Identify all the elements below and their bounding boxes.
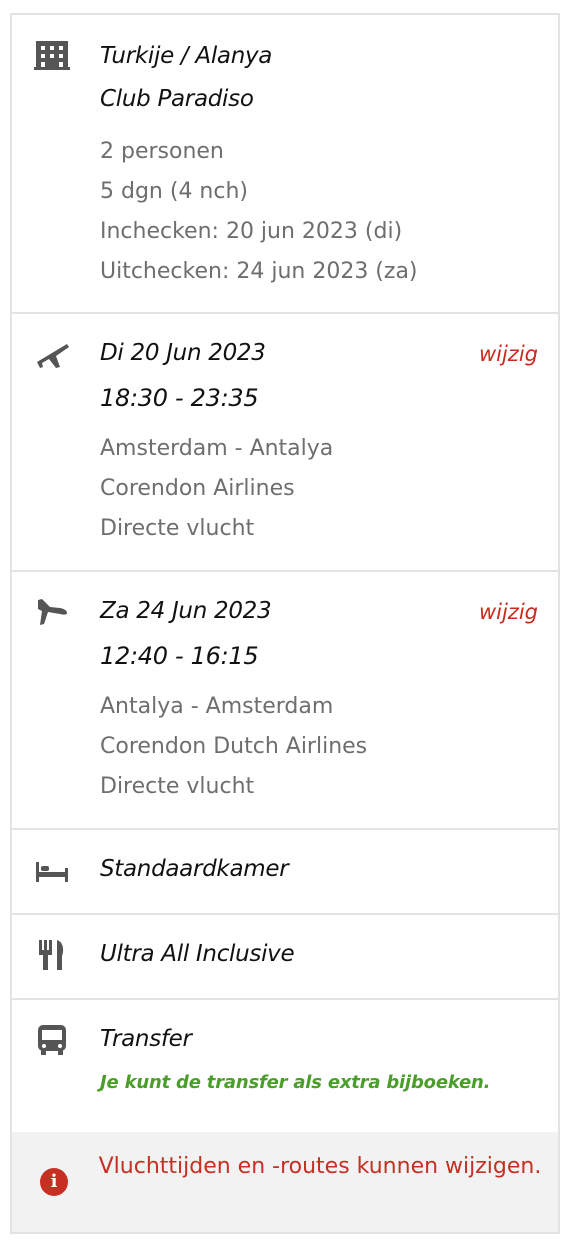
outbound-times: 18:30 - 23:35 bbox=[100, 384, 259, 412]
hotel-section: Turkije / Alanya Club Paradiso 2 persone… bbox=[12, 15, 558, 314]
plane-arrival-icon bbox=[34, 594, 70, 630]
bus-icon bbox=[34, 1022, 70, 1058]
hotel-duration: 5 dgn (4 nch) bbox=[100, 179, 248, 204]
room-label: Standaardkamer bbox=[100, 856, 289, 882]
plane-departure-icon bbox=[34, 336, 70, 372]
notice-text: Vluchttijden en -routes kunnen wijzigen. bbox=[98, 1154, 542, 1179]
info-icon: i bbox=[40, 1168, 68, 1196]
hotel-checkin: Inchecken: 20 jun 2023 (di) bbox=[100, 219, 403, 244]
hotel-destination: Turkije / Alanya bbox=[100, 43, 273, 69]
board-label: Ultra All Inclusive bbox=[100, 941, 295, 967]
return-date: Za 24 Jun 2023 bbox=[100, 598, 272, 624]
bed-icon bbox=[34, 854, 70, 890]
booking-summary-card: Turkije / Alanya Club Paradiso 2 persone… bbox=[10, 13, 560, 1234]
return-flight-section: Za 24 Jun 2023 wijzig 12:40 - 16:15 Anta… bbox=[12, 572, 558, 830]
return-route: Antalya - Amsterdam bbox=[100, 694, 334, 719]
building-icon bbox=[34, 37, 70, 73]
room-section: Standaardkamer bbox=[12, 830, 558, 915]
outbound-date: Di 20 Jun 2023 bbox=[100, 340, 266, 366]
outbound-change-link[interactable]: wijzig bbox=[479, 342, 538, 366]
transfer-label: Transfer bbox=[100, 1026, 192, 1052]
outbound-airline: Corendon Airlines bbox=[100, 476, 295, 501]
outbound-flight-section: Di 20 Jun 2023 wijzig 18:30 - 23:35 Amst… bbox=[12, 314, 558, 572]
outbound-route: Amsterdam - Antalya bbox=[100, 436, 334, 461]
fork-knife-icon bbox=[34, 937, 70, 973]
return-times: 12:40 - 16:15 bbox=[100, 642, 259, 670]
return-flight-type: Directe vlucht bbox=[100, 774, 255, 799]
return-airline: Corendon Dutch Airlines bbox=[100, 734, 368, 759]
transfer-add-note[interactable]: Je kunt de transfer als extra bijboeken. bbox=[100, 1072, 490, 1093]
hotel-checkout: Uitchecken: 24 jun 2023 (za) bbox=[100, 259, 418, 284]
outbound-flight-type: Directe vlucht bbox=[100, 516, 255, 541]
board-section: Ultra All Inclusive bbox=[12, 915, 558, 1000]
hotel-persons: 2 personen bbox=[100, 139, 224, 164]
flight-change-notice: i Vluchttijden en -routes kunnen wijzige… bbox=[12, 1132, 558, 1232]
hotel-name: Club Paradiso bbox=[100, 86, 254, 112]
transfer-section: Transfer Je kunt de transfer als extra b… bbox=[12, 1000, 558, 1134]
return-change-link[interactable]: wijzig bbox=[479, 600, 538, 624]
